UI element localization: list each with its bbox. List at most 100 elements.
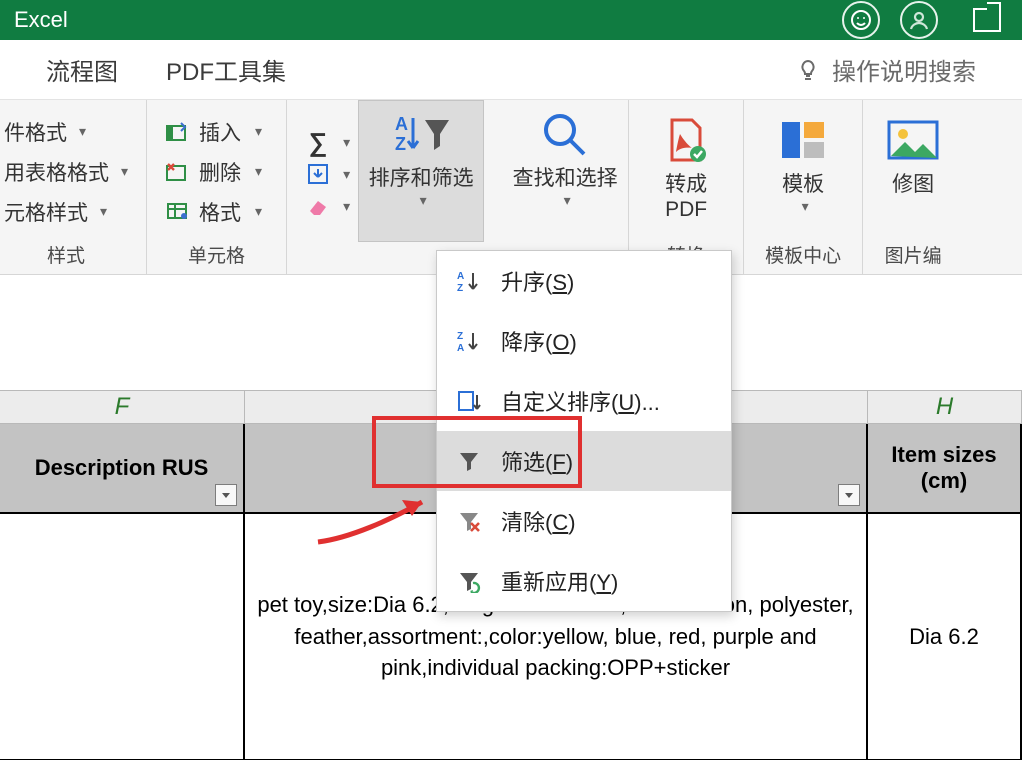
insert-label: 插入	[199, 117, 241, 147]
header-cell-H-label-1: Item sizes	[891, 442, 996, 468]
account-icon[interactable]	[900, 1, 938, 39]
menu-custom-sort-label: 自定义排序(U)...	[501, 385, 660, 417]
menu-clear[interactable]: 清除(C)	[437, 491, 731, 551]
group-editing-mini: ∑ ▾ ▾ ▾	[287, 100, 358, 274]
menu-sort-asc-label: 升序(S)	[501, 265, 574, 297]
svg-text:Z: Z	[457, 331, 463, 342]
delete-icon	[165, 161, 191, 183]
header-cell-F-label: Description RUS	[35, 455, 209, 481]
clear-button[interactable]: ▾	[301, 193, 354, 219]
fix-image-button[interactable]: 修图	[877, 106, 949, 237]
chevron-down-icon: ▾	[79, 123, 86, 140]
chevron-down-icon: ▾	[564, 192, 571, 209]
group-styles: 件格式 ▾ 用表格格式 ▾ 元格样式 ▾ 样式	[0, 100, 147, 274]
clear-filter-icon	[455, 509, 483, 533]
sigma-icon: ∑	[305, 131, 331, 153]
format-label: 格式	[199, 197, 241, 227]
group-cells: 插入 ▾ 删除 ▾ 格式 ▾ 单元格	[147, 100, 287, 274]
sort-filter-button[interactable]: A Z 排序和筛选 ▾	[358, 100, 484, 242]
format-icon	[165, 201, 191, 223]
svg-text:Z: Z	[395, 134, 406, 154]
chevron-down-icon[interactable]: ▾	[249, 163, 268, 180]
cell-F[interactable]	[0, 514, 245, 759]
autosum-button[interactable]: ∑ ▾	[301, 129, 354, 155]
fix-image-label: 修图	[892, 168, 934, 198]
menu-reapply[interactable]: 重新应用(Y)	[437, 551, 731, 611]
conditional-format-button[interactable]: 件格式 ▾	[0, 115, 132, 149]
fill-button[interactable]: ▾	[301, 161, 354, 187]
to-pdf-button[interactable]: 转成 PDF	[643, 106, 729, 237]
chevron-down-icon: ▾	[343, 134, 350, 151]
header-cell-item-sizes[interactable]: Item sizes (cm)	[868, 424, 1022, 512]
tell-me-label: 操作说明搜索	[832, 52, 976, 87]
group-label-image: 图片编	[877, 237, 949, 274]
group-image: 修图 图片编	[863, 100, 963, 274]
reapply-icon	[455, 569, 483, 593]
svg-text:A: A	[457, 343, 464, 353]
template-label: 模板	[782, 168, 824, 198]
tell-me-search[interactable]: 操作说明搜索	[796, 52, 976, 87]
chevron-down-icon: ▾	[802, 198, 809, 215]
format-button[interactable]: 格式 ▾	[161, 195, 272, 229]
title-bar: Excel	[0, 0, 1022, 40]
lightbulb-icon	[796, 58, 820, 82]
tab-pdf-tools[interactable]: PDF工具集	[166, 52, 286, 87]
filter-dropdown-button[interactable]	[215, 484, 237, 506]
sort-desc-icon: ZA	[455, 329, 483, 353]
menu-sort-asc[interactable]: AZ 升序(S)	[437, 251, 731, 311]
menu-clear-label: 清除(C)	[501, 505, 576, 537]
insert-button[interactable]: 插入 ▾	[161, 115, 272, 149]
cell-H[interactable]: Dia 6.2	[868, 514, 1022, 759]
group-convert: 转成 PDF 转换	[628, 100, 744, 274]
ribbon-tabs: 流程图 PDF工具集 操作说明搜索	[0, 40, 1022, 100]
template-button[interactable]: 模板 ▾	[758, 106, 848, 237]
conditional-format-label: 件格式	[4, 117, 67, 147]
svg-text:A: A	[457, 271, 464, 282]
cell-styles-label: 元格样式	[4, 197, 88, 227]
delete-button[interactable]: 删除 ▾	[161, 155, 272, 189]
template-icon	[778, 112, 828, 168]
chevron-down-icon[interactable]: ▾	[249, 123, 268, 140]
emoji-icon[interactable]	[842, 1, 880, 39]
find-select-button[interactable]: 查找和选择 ▾	[502, 100, 628, 242]
svg-text:Z: Z	[457, 283, 463, 293]
chevron-down-icon: ▾	[100, 203, 107, 220]
chevron-down-icon: ▾	[343, 198, 350, 215]
cell-styles-button[interactable]: 元格样式 ▾	[0, 195, 132, 229]
group-label-cells: 单元格	[161, 237, 272, 274]
menu-custom-sort[interactable]: 自定义排序(U)...	[437, 371, 731, 431]
picture-icon	[887, 112, 939, 168]
sort-filter-icon: A Z	[391, 106, 451, 162]
menu-filter[interactable]: 筛选(F)	[437, 431, 731, 491]
header-cell-description-rus[interactable]: Description RUS	[0, 424, 245, 512]
menu-reapply-label: 重新应用(Y)	[501, 565, 618, 597]
chevron-down-icon[interactable]: ▾	[249, 203, 268, 220]
window-icon[interactable]	[966, 0, 1008, 41]
menu-sort-desc[interactable]: ZA 降序(O)	[437, 311, 731, 371]
menu-filter-label: 筛选(F)	[501, 445, 573, 477]
pdf-icon	[662, 112, 710, 168]
find-icon	[540, 106, 590, 162]
tab-flowchart[interactable]: 流程图	[46, 52, 118, 87]
menu-sort-desc-label: 降序(O)	[501, 325, 577, 357]
group-label-template: 模板中心	[758, 237, 848, 274]
custom-sort-icon	[455, 389, 483, 413]
delete-label: 删除	[199, 157, 241, 187]
col-header-F[interactable]: F	[0, 391, 245, 423]
table-format-label: 用表格格式	[4, 157, 109, 187]
app-title: Excel	[14, 7, 68, 33]
group-label-styles: 样式	[0, 237, 132, 274]
filter-icon	[455, 449, 483, 473]
filter-dropdown-button[interactable]	[838, 484, 860, 506]
find-select-label: 查找和选择	[513, 162, 618, 192]
chevron-down-icon: ▾	[121, 163, 128, 180]
eraser-icon	[305, 195, 331, 217]
insert-icon	[165, 121, 191, 143]
chevron-down-icon: ▾	[420, 192, 427, 209]
sort-filter-dropdown: AZ 升序(S) ZA 降序(O) 自定义排序(U)... 筛选(F) 清除(C…	[436, 250, 732, 612]
table-format-button[interactable]: 用表格格式 ▾	[0, 155, 132, 189]
ribbon: 件格式 ▾ 用表格格式 ▾ 元格样式 ▾ 样式 插入 ▾	[0, 100, 1022, 275]
col-header-H[interactable]: H	[868, 391, 1022, 423]
to-pdf-label-2: PDF	[665, 198, 707, 222]
chevron-down-icon: ▾	[343, 166, 350, 183]
